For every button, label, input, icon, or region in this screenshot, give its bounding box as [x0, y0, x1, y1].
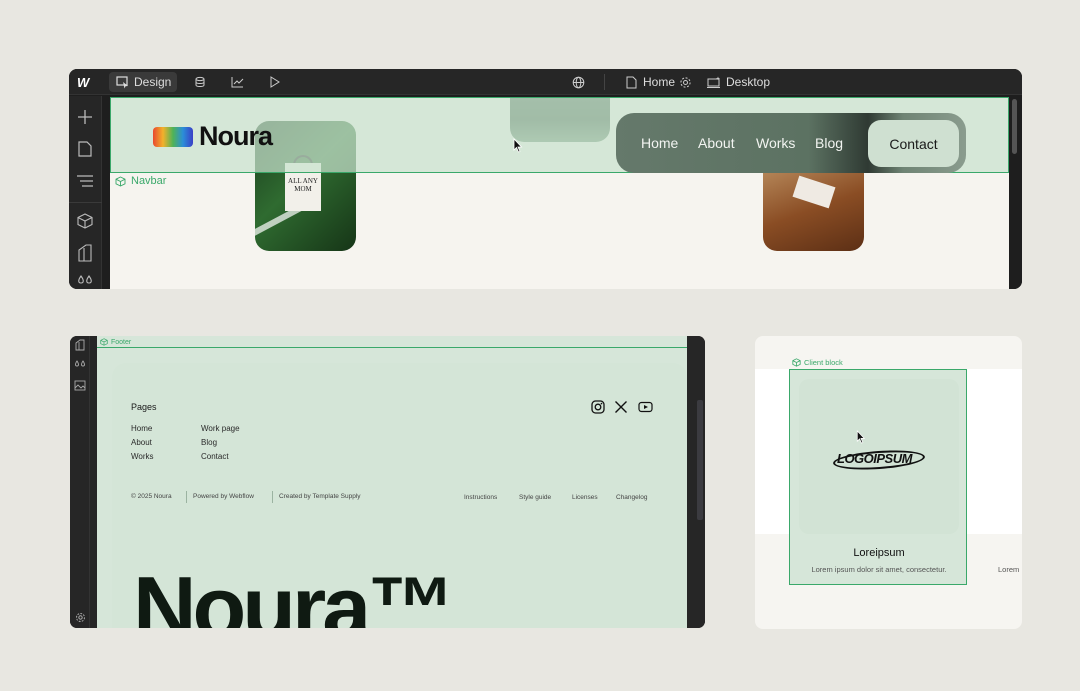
mouse-cursor-icon — [513, 138, 523, 153]
components-icon[interactable] — [76, 212, 94, 230]
assets-image-icon[interactable] — [74, 379, 86, 391]
pages-icon[interactable] — [76, 140, 94, 158]
client-description: Lorem ipsum dolor sit amet, consectetur. — [811, 565, 947, 574]
component-icon — [100, 338, 108, 346]
webflow-logo-icon[interactable]: W — [77, 75, 89, 90]
brand-name: Noura — [199, 121, 273, 151]
contact-button[interactable]: Contact — [868, 120, 959, 167]
footer-left-panel — [70, 336, 90, 628]
cms-database-icon — [193, 75, 207, 89]
design-mode-button[interactable]: Design — [109, 72, 178, 92]
breakpoint-label: Desktop — [726, 75, 771, 89]
nav-link-about[interactable]: About — [698, 135, 735, 151]
desktop-breakpoint-icon — [707, 75, 721, 89]
client-card[interactable]: LOGOIPSUM Loreipsum Lorem ipsum dolor si… — [789, 369, 967, 585]
footer-selection-text: Footer — [111, 338, 132, 346]
design-cursor-icon — [115, 75, 129, 89]
page-settings-button[interactable] — [672, 72, 698, 92]
navigator-icon[interactable] — [76, 172, 94, 190]
design-mode-label: Design — [134, 75, 172, 89]
analytics-icon — [230, 75, 244, 89]
toolbar-divider — [604, 74, 605, 90]
footer-link-instructions[interactable]: Instructions — [464, 494, 497, 501]
page-selector-label: Home — [643, 75, 676, 89]
editor-canvas[interactable]: ALL ANY MOM Noura Home About Works Blog … — [110, 97, 1009, 289]
brand-logo[interactable]: Noura — [153, 121, 273, 152]
footer-pages-title: Pages — [131, 402, 157, 412]
client-logo-box: LOGOIPSUM — [799, 379, 959, 534]
footer-link-licenses[interactable]: Licenses — [572, 494, 598, 501]
mouse-cursor-icon — [856, 430, 866, 444]
analytics-button[interactable] — [224, 72, 250, 92]
business-card-photo — [763, 167, 864, 251]
footer-editor-window: Footer Pages Home About Works Work page … — [70, 336, 705, 628]
footer-right-panel — [687, 336, 705, 628]
nav-link-blog[interactable]: Blog — [815, 135, 843, 151]
site-settings-button[interactable] — [565, 72, 591, 92]
footer-link-work-page[interactable]: Work page — [201, 424, 240, 433]
footer-link-style-guide[interactable]: Style guide — [519, 494, 551, 501]
footer-link-about[interactable]: About — [131, 438, 152, 447]
editor-left-panel — [69, 96, 102, 289]
nav-menu-pill: Home About Works Blog Contact — [616, 113, 966, 173]
footer-created-by[interactable]: Created by Template Supply — [279, 493, 361, 500]
left-panel-divider — [69, 202, 102, 203]
component-icon — [792, 358, 801, 367]
x-twitter-icon[interactable] — [613, 399, 629, 415]
client-block-window: Client block LOGOIPSUM Loreipsum Lorem i… — [755, 336, 1022, 629]
footer-copyright: © 2025 Noura — [131, 493, 172, 500]
instagram-icon[interactable] — [590, 399, 606, 415]
breakpoint-selector[interactable]: Desktop — [701, 72, 776, 92]
footer-selection-outline — [97, 347, 687, 348]
variables-icon[interactable] — [76, 272, 94, 289]
footer-selection-label: Footer — [100, 338, 131, 346]
add-icon[interactable] — [76, 108, 94, 126]
settings-gear-icon[interactable] — [74, 611, 86, 623]
footer-link-blog[interactable]: Blog — [201, 438, 217, 447]
style-manager-icon[interactable] — [74, 339, 86, 351]
footer-link-contact[interactable]: Contact — [201, 452, 229, 461]
footer-link-changelog[interactable]: Changelog — [616, 494, 647, 501]
next-client-text: Lorem — [998, 565, 1020, 574]
component-icon — [115, 175, 126, 187]
canvas-scrollbar[interactable] — [1009, 97, 1022, 289]
nav-link-home[interactable]: Home — [641, 135, 678, 151]
navbar-selection-text: Navbar — [131, 175, 167, 187]
globe-icon — [571, 75, 585, 89]
footer-separator — [186, 491, 187, 503]
preview-play-icon — [267, 75, 281, 89]
variables-icon[interactable] — [74, 359, 86, 371]
footer-big-wordmark: Noura™ — [133, 558, 455, 629]
youtube-icon[interactable] — [637, 399, 653, 415]
footer-link-works[interactable]: Works — [131, 452, 154, 461]
footer-separator — [272, 491, 273, 503]
page-icon — [624, 75, 638, 89]
editor-topbar: W Design Home Desktop — [69, 69, 1022, 95]
navbar-selection-label: Navbar — [115, 175, 166, 187]
preview-button[interactable] — [261, 72, 287, 92]
client-block-selection-label: Client block — [792, 358, 843, 367]
client-block-selection-text: Client block — [804, 358, 843, 367]
footer-canvas[interactable]: Footer Pages Home About Works Work page … — [97, 336, 687, 628]
cms-button[interactable] — [187, 72, 213, 92]
footer-powered-by[interactable]: Powered by Webflow — [193, 493, 254, 500]
style-manager-icon[interactable] — [76, 244, 94, 262]
client-name: Loreipsum — [853, 547, 905, 559]
nav-link-works[interactable]: Works — [756, 135, 795, 151]
footer-link-home[interactable]: Home — [131, 424, 152, 433]
settings-gear-icon — [678, 75, 692, 89]
client-logo: LOGOIPSUM — [837, 451, 912, 466]
webflow-editor-window: W Design Home Desktop ALL ANY MOM Noura … — [69, 69, 1022, 289]
brand-gradient-mark — [153, 126, 193, 147]
